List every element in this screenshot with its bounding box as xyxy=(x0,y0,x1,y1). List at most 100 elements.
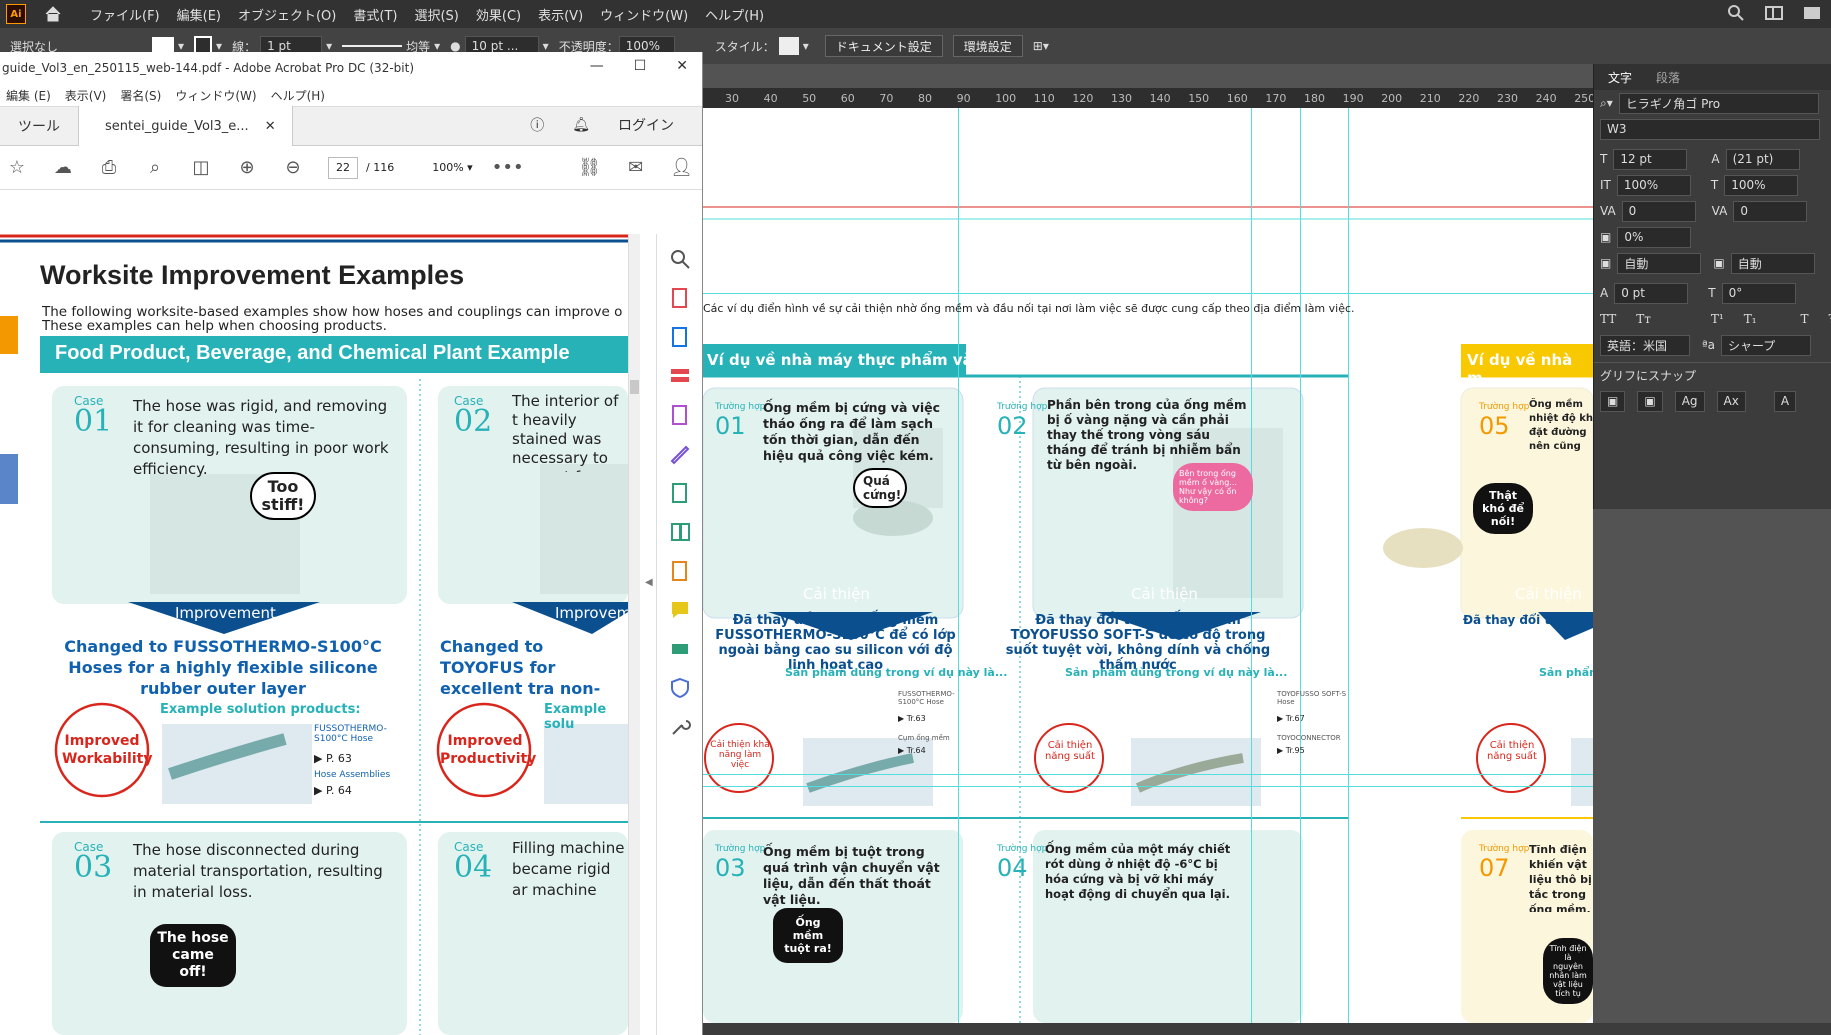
fill-sign-icon[interactable] xyxy=(669,443,691,465)
style-swatch[interactable]: スタイル： ▾ xyxy=(715,37,809,55)
case-text-05[interactable]: Ống mềm nhiệt độ kh đặt đường nên cũng xyxy=(1529,398,1593,458)
font-search-icon[interactable]: ⌕▾ xyxy=(1600,96,1613,111)
page-down-icon[interactable]: ⊖ xyxy=(282,157,304,179)
compare-icon[interactable] xyxy=(669,521,691,543)
artboard-canvas[interactable]: Các ví dụ điển hình về sự cải thiện nhờ … xyxy=(703,108,1593,1023)
combine-files-icon[interactable] xyxy=(669,560,691,582)
preferences-button[interactable]: 環境設定 xyxy=(952,35,1023,57)
case-text-02[interactable]: Phần bên trong của ống mềm bị ố vàng nặn… xyxy=(1047,398,1247,473)
snapshot-icon[interactable]: ◫ xyxy=(190,157,212,179)
aki-right-field[interactable]: 自動 xyxy=(1730,252,1815,274)
case-result-05[interactable]: Đã thay đổi thành Ống mềm TOYOSILICONE S… xyxy=(1463,613,1593,661)
minimize-icon[interactable]: — xyxy=(590,58,604,74)
comment-icon[interactable] xyxy=(669,599,691,621)
snap-proximity-icon[interactable]: Ax xyxy=(1716,390,1746,412)
case-text-07[interactable]: Tĩnh điện khiến vật liệu thô bị tắc tron… xyxy=(1529,842,1593,912)
page-up-icon[interactable]: ⊕ xyxy=(236,157,258,179)
artwork-section-food[interactable]: Ví dụ về nhà máy thực phẩm và đồ uống xyxy=(707,351,1047,369)
underline-icon[interactable]: T xyxy=(1801,312,1809,326)
snap-angle-icon[interactable]: A xyxy=(1773,390,1797,412)
font-size-field[interactable]: 12 pt xyxy=(1613,148,1688,170)
superscript-icon[interactable]: T¹ xyxy=(1711,312,1724,326)
artwork-intro[interactable]: Các ví dụ điển hình về sự cải thiện nhờ … xyxy=(703,302,1593,315)
menu-type[interactable]: 書式(T) xyxy=(353,5,397,24)
add-user-icon[interactable]: 👤︎ xyxy=(670,157,693,179)
tab-document[interactable]: sentei_guide_Vol3_e... ✕ xyxy=(78,106,293,146)
case-result-02[interactable]: Đã thay đổi thành Ống mềm TOYOFUSSO SOFT… xyxy=(993,613,1283,673)
acro-menu-sign[interactable]: 署名(S) xyxy=(120,87,161,104)
menu-help[interactable]: ヘルプ(H) xyxy=(705,5,764,24)
menu-file[interactable]: ファイル(F) xyxy=(90,5,160,24)
share-link-icon[interactable]: ⛓ xyxy=(578,157,601,179)
document-settings-button[interactable]: ドキュメント設定 xyxy=(824,35,943,57)
tab-close-icon[interactable]: ✕ xyxy=(265,119,276,134)
home-icon[interactable] xyxy=(44,5,62,23)
snap-baseline-icon[interactable]: ▣ xyxy=(1600,390,1626,412)
menu-window[interactable]: ウィンドウ(W) xyxy=(600,5,688,24)
zoom-tool-icon[interactable] xyxy=(669,248,691,270)
language-field[interactable]: 英語：米国 xyxy=(1600,334,1690,356)
horizontal-ruler[interactable]: 30 40 50 60 70 80 90 100 110 120 130 140 150 160 170 18… xyxy=(703,88,1595,108)
tab-character[interactable]: 文字 xyxy=(1608,69,1632,86)
protect-icon[interactable] xyxy=(669,677,691,699)
antialias-field[interactable]: シャープ xyxy=(1721,334,1812,356)
menu-select[interactable]: 選択(S) xyxy=(414,5,458,24)
subscript-icon[interactable]: T₁ xyxy=(1744,312,1757,326)
all-caps-icon[interactable]: TT xyxy=(1600,312,1616,326)
tab-tools[interactable]: ツール xyxy=(0,116,78,136)
bubble-02[interactable]: Bên trong ống mềm ố vàng... Như vậy có ổ… xyxy=(1173,463,1253,511)
menu-object[interactable]: オブジェクト(O) xyxy=(238,5,336,24)
font-style-field[interactable]: W3 xyxy=(1600,118,1820,140)
edit-pdf-icon[interactable] xyxy=(669,404,691,426)
acro-menu-help[interactable]: ヘルプ(H) xyxy=(271,87,325,104)
tab-paragraph[interactable]: 段落 xyxy=(1656,69,1680,86)
pdf-ref-01-2[interactable]: ▶ P. 64 xyxy=(314,784,352,797)
print-production-icon[interactable] xyxy=(669,638,691,660)
search-icon[interactable] xyxy=(1727,4,1745,22)
page-number-field[interactable]: 22 xyxy=(328,156,358,179)
bubble-03[interactable]: Ống mềm tuột ra! xyxy=(773,908,843,963)
close-icon[interactable]: ✕ xyxy=(676,58,688,74)
zoom-search-icon[interactable]: ⌕ xyxy=(144,157,166,179)
small-caps-icon[interactable]: Tт xyxy=(1636,312,1651,326)
maximize-icon[interactable]: ☐ xyxy=(634,58,647,74)
arrange-documents-icon[interactable] xyxy=(1803,4,1821,22)
acro-menu-window[interactable]: ウィンドウ(W) xyxy=(175,87,256,104)
tools-wrench-icon[interactable] xyxy=(669,716,691,738)
print-icon[interactable]: ⎙ xyxy=(98,157,120,179)
case-text-01[interactable]: Ống mềm bị cứng và việc tháo ống ra để l… xyxy=(763,400,953,464)
star-icon[interactable]: ☆ xyxy=(6,157,28,179)
bubble-05[interactable]: Thật khó để nối! xyxy=(1473,483,1533,534)
email-icon[interactable]: ✉ xyxy=(625,157,647,179)
vertical-scale-field[interactable]: 100% xyxy=(1616,174,1691,196)
pdf-ref-01-1[interactable]: ▶ P. 63 xyxy=(314,752,352,765)
leading-field[interactable]: (21 pt) xyxy=(1725,148,1800,170)
export-pdf-icon[interactable] xyxy=(669,326,691,348)
acro-menu-edit[interactable]: 編集 (E) xyxy=(6,87,51,104)
send-for-comment-icon[interactable] xyxy=(669,482,691,504)
menu-effect[interactable]: 効果(C) xyxy=(476,5,521,24)
case-text-03[interactable]: Ống mềm bị tuột trong quá trình vận chuy… xyxy=(763,844,953,908)
login-button[interactable]: ログイン xyxy=(618,115,674,135)
menu-view[interactable]: 表示(V) xyxy=(538,5,583,24)
cloud-upload-icon[interactable]: ☁ xyxy=(52,157,74,179)
font-family-field[interactable]: ヒラギノ角ゴ Pro xyxy=(1618,92,1819,114)
rotate-field[interactable]: 0° xyxy=(1721,282,1796,304)
aki-left-field[interactable]: 自動 xyxy=(1617,252,1702,274)
zoom-field[interactable]: 100% ▾ xyxy=(432,161,472,174)
align-icon[interactable]: ⊞▾ xyxy=(1033,39,1049,53)
baseline-field[interactable]: 0 pt xyxy=(1614,282,1689,304)
help-icon[interactable]: ⓘ xyxy=(530,115,544,135)
pane-collapse-handle[interactable]: ◀ xyxy=(642,234,656,1035)
menu-edit[interactable]: 編集(E) xyxy=(177,5,221,24)
artwork-section-2[interactable]: Ví dụ về nhà m xyxy=(1467,351,1593,387)
pdf-vertical-scrollbar[interactable] xyxy=(628,234,640,1035)
notification-bell-icon[interactable]: 🔔︎ xyxy=(572,117,590,133)
kerning-field[interactable]: 0 xyxy=(1621,200,1696,222)
bubble-01[interactable]: Quá cứng! xyxy=(853,468,907,508)
more-icon[interactable]: ••• xyxy=(492,157,524,179)
case-text-04[interactable]: Ống mềm của một máy chiết rót dùng ở nhi… xyxy=(1045,842,1245,902)
snap-em-icon[interactable]: ▣ xyxy=(1637,390,1663,412)
workspace-icon[interactable] xyxy=(1765,4,1783,22)
bubble-07[interactable]: Tĩnh điện là nguyên nhân làm vật liệu tí… xyxy=(1543,938,1593,1004)
